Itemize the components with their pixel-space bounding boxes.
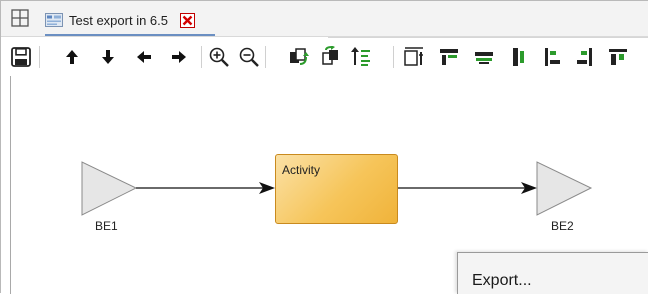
end-event-label: BE2 <box>551 219 574 233</box>
start-event-shape[interactable] <box>81 161 138 216</box>
editor-window: Test export in 6.5 Activity BE1 BE2 Expo… <box>0 0 648 294</box>
context-menu: Export... <box>457 252 648 294</box>
activity-node[interactable]: Activity <box>275 154 398 224</box>
diagram-connectors <box>81 161 593 216</box>
activity-label: Activity <box>282 163 321 177</box>
start-event-label: BE1 <box>95 219 118 233</box>
end-event-shape[interactable] <box>536 161 593 216</box>
menu-item-export[interactable]: Export... <box>472 272 532 290</box>
